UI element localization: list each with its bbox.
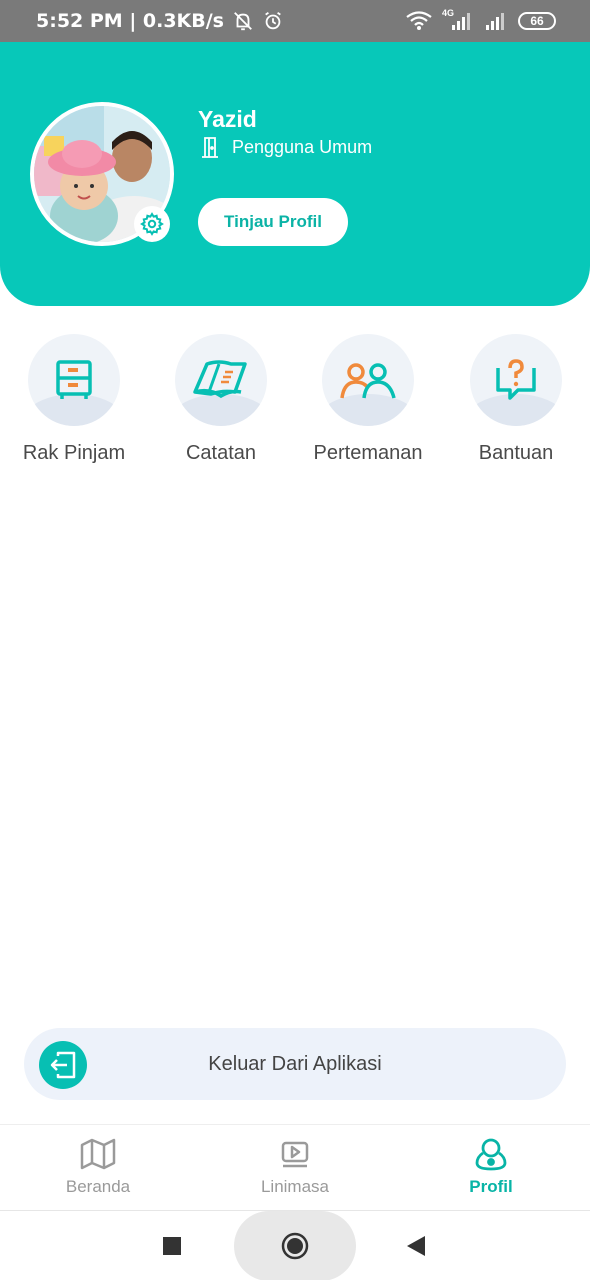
review-profile-button[interactable]: Tinjau Profil [198, 198, 348, 246]
user-name: Yazid [198, 106, 257, 132]
signal-icon-2 [486, 13, 504, 30]
status-bar: 5:52 PM | 0.3KB/s 4G 66 [0, 0, 590, 42]
profile-menu: Rak Pinjam Catatan Pertemanan Bantuan [0, 334, 590, 474]
logout-icon-circle [39, 1041, 87, 1089]
alarm-clock-icon [265, 11, 281, 30]
profile-header: Yazid Pengguna Umum Tinjau Profil [0, 42, 590, 306]
menu-item-catatan[interactable]: Catatan [146, 334, 296, 465]
circle-icon [281, 1232, 309, 1260]
avatar-container[interactable] [30, 102, 174, 246]
help-chat-icon [496, 359, 536, 400]
status-right: 4G 66 [406, 8, 556, 32]
shelf-icon [56, 360, 92, 399]
nav-profil[interactable]: Profil [421, 1137, 561, 1197]
recents-button[interactable] [160, 1234, 184, 1258]
wifi-icon [406, 11, 432, 30]
gear-icon [140, 212, 164, 236]
door-icon [202, 137, 218, 158]
menu-icon-circle [470, 334, 562, 426]
menu-icon-circle [175, 334, 267, 426]
nav-linimasa[interactable]: Linimasa [225, 1137, 365, 1197]
signal-icon [452, 13, 470, 30]
menu-label: Rak Pinjam [22, 442, 126, 464]
menu-item-bantuan[interactable]: Bantuan [441, 334, 590, 465]
nav-beranda[interactable]: Beranda [28, 1137, 168, 1197]
menu-item-pertemanan[interactable]: Pertemanan [293, 334, 443, 465]
profile-screen: 5:52 PM | 0.3KB/s 4G 66 Yazid Pengguna U… [0, 0, 590, 1280]
system-nav-bar [0, 1210, 590, 1280]
menu-label: Bantuan [478, 442, 554, 464]
settings-badge[interactable] [134, 206, 170, 242]
back-button[interactable] [404, 1233, 428, 1259]
back-triangle-icon [407, 1236, 425, 1256]
square-icon [163, 1237, 181, 1255]
video-timeline-icon [281, 1141, 309, 1168]
book-icon [193, 360, 247, 399]
logout-button[interactable]: Keluar Dari Aplikasi [24, 1028, 566, 1100]
menu-icon-circle [322, 334, 414, 426]
signal-4g: 4G [442, 8, 474, 32]
home-button[interactable] [280, 1231, 310, 1261]
profile-icon [475, 1138, 507, 1171]
menu-label: Catatan [185, 442, 257, 464]
status-left: 5:52 PM | 0.3KB/s [36, 10, 284, 32]
logout-icon [50, 1051, 76, 1079]
nav-label: Linimasa [260, 1177, 330, 1196]
logout-label: Keluar Dari Aplikasi [208, 1052, 382, 1075]
menu-item-rak-pinjam[interactable]: Rak Pinjam [0, 334, 149, 465]
bottom-nav: Beranda Linimasa Profil [0, 1124, 590, 1210]
map-icon [80, 1138, 116, 1170]
status-time: 5:52 PM | 0.3KB/s [36, 10, 224, 32]
menu-label: Pertemanan [313, 442, 423, 464]
menu-icon-circle [28, 334, 120, 426]
battery-icon: 66 [518, 12, 556, 30]
friends-icon [340, 363, 396, 399]
alarm-off-icon [234, 12, 252, 31]
nav-label: Profil [469, 1177, 513, 1196]
nav-label: Beranda [65, 1177, 131, 1196]
user-role: Pengguna Umum [200, 136, 372, 158]
user-role-label: Pengguna Umum [232, 136, 373, 157]
